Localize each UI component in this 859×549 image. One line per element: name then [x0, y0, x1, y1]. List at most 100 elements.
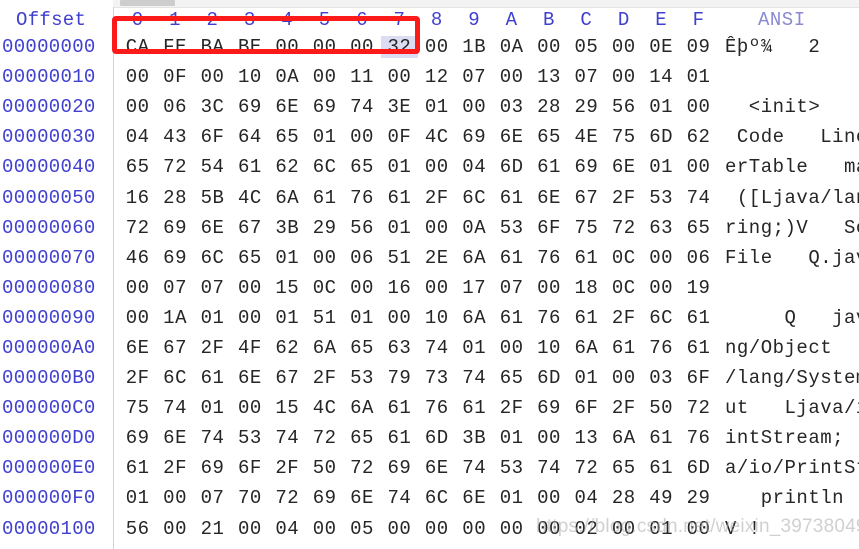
hex-byte[interactable]: 28	[605, 487, 642, 509]
hex-byte[interactable]: BE	[231, 36, 268, 58]
hex-byte[interactable]: 6E	[456, 487, 493, 509]
hex-byte[interactable]: 01	[381, 217, 418, 239]
hex-byte[interactable]: 2F	[418, 187, 455, 209]
hex-byte[interactable]: 67	[568, 187, 605, 209]
hex-byte[interactable]: 6D	[530, 367, 567, 389]
hex-byte[interactable]: 72	[306, 427, 343, 449]
hex-byte[interactable]: 69	[231, 96, 268, 118]
hex-byte[interactable]: 74	[456, 457, 493, 479]
hex-byte[interactable]: 65	[343, 427, 380, 449]
hex-byte[interactable]: 00	[119, 277, 156, 299]
hex-byte[interactable]: 01	[680, 66, 717, 88]
hex-byte[interactable]: 00	[680, 518, 717, 540]
hex-byte[interactable]: 02	[568, 518, 605, 540]
hex-byte[interactable]: 18	[568, 277, 605, 299]
hex-byte[interactable]: 67	[269, 367, 306, 389]
hex-byte[interactable]: 07	[156, 277, 193, 299]
hex-byte[interactable]: 00	[530, 277, 567, 299]
hex-column-header-9[interactable]: 9	[456, 9, 493, 31]
hex-byte[interactable]: 0A	[456, 217, 493, 239]
hex-byte[interactable]: 75	[119, 397, 156, 419]
hex-byte[interactable]: 61	[381, 187, 418, 209]
hex-row[interactable]: 000000D0 69 6E 74 53 74 72 65 61 6D 3B 01 00 13 6A 61 76…	[0, 423, 859, 454]
hex-byte[interactable]: 4E	[568, 126, 605, 148]
hex-row[interactable]: 00000110060007000100080000001D0001000100	[0, 543, 859, 549]
hex-byte[interactable]: 72	[568, 457, 605, 479]
hex-byte[interactable]: 14	[642, 66, 679, 88]
hex-byte[interactable]: 65	[343, 337, 380, 359]
hex-byte[interactable]: 0F	[381, 126, 418, 148]
hex-byte[interactable]: 6D	[418, 427, 455, 449]
hex-column-header-1[interactable]: 1	[156, 9, 193, 31]
hex-byte[interactable]: 04	[456, 156, 493, 178]
hex-byte[interactable]: 00	[530, 487, 567, 509]
hex-byte[interactable]: 74	[194, 427, 231, 449]
hex-byte[interactable]: 50	[642, 397, 679, 419]
hex-byte[interactable]: 06	[343, 247, 380, 269]
hex-byte[interactable]: 75	[605, 126, 642, 148]
hex-byte[interactable]: 56	[343, 217, 380, 239]
hex-byte[interactable]: 06	[156, 96, 193, 118]
hex-byte[interactable]: 28	[156, 187, 193, 209]
hex-byte[interactable]: 74	[343, 96, 380, 118]
ansi-text[interactable]: ([Ljava/lang/St	[720, 187, 859, 209]
hex-byte[interactable]: 05	[568, 36, 605, 58]
hex-byte[interactable]: 6A	[456, 307, 493, 329]
hex-byte[interactable]: 61	[231, 156, 268, 178]
hex-row[interactable]: 00000090 00 1A 01 00 01 51 01 00 10 6A 61 76 61 2F 6C 61…	[0, 302, 859, 333]
hex-byte[interactable]: 6E	[530, 187, 567, 209]
hex-byte[interactable]: 5B	[194, 187, 231, 209]
hex-byte[interactable]: 00	[642, 277, 679, 299]
hex-byte[interactable]: 61	[568, 247, 605, 269]
hex-byte[interactable]: 01	[642, 156, 679, 178]
hex-byte[interactable]: 00	[231, 518, 268, 540]
hex-byte[interactable]: 00	[343, 36, 380, 58]
ansi-text[interactable]: V !	[720, 518, 859, 540]
hex-byte[interactable]: 2E	[418, 247, 455, 269]
ansi-text[interactable]: a/io/PrintStream	[720, 457, 859, 479]
hex-byte[interactable]: 10	[231, 66, 268, 88]
hex-byte[interactable]: 6F	[568, 397, 605, 419]
hex-byte[interactable]: 00	[119, 96, 156, 118]
hex-byte[interactable]: 0A	[493, 36, 530, 58]
hex-byte[interactable]: 74	[456, 367, 493, 389]
hex-byte[interactable]: 00	[343, 277, 380, 299]
hex-byte[interactable]: 6F	[530, 217, 567, 239]
hex-row[interactable]: 00000100 56 00 21 00 04 00 05 00 00 00 00 00 02 00 01 00…	[0, 513, 859, 544]
hex-byte[interactable]: 69	[381, 457, 418, 479]
hex-byte[interactable]: 2F	[269, 457, 306, 479]
hex-byte[interactable]: 50	[306, 457, 343, 479]
hex-byte[interactable]: 61	[642, 457, 679, 479]
ansi-text[interactable]: Êþº¾ 2	[720, 36, 859, 58]
hex-byte[interactable]: 28	[530, 96, 567, 118]
hex-row[interactable]: 000000F0 01 00 07 70 72 69 6E 74 6C 6E 01 00 04 28 49 29…	[0, 483, 859, 514]
hex-byte[interactable]: 67	[156, 337, 193, 359]
hex-byte[interactable]: 00	[231, 307, 268, 329]
hex-column-header-2[interactable]: 2	[194, 9, 231, 31]
hex-byte[interactable]: 01	[119, 487, 156, 509]
hex-byte[interactable]: 00	[680, 156, 717, 178]
hex-byte[interactable]: 10	[418, 307, 455, 329]
hex-byte[interactable]: 61	[306, 187, 343, 209]
hex-byte[interactable]: 72	[680, 397, 717, 419]
hex-byte[interactable]: 00	[119, 307, 156, 329]
hex-byte[interactable]: 00	[530, 427, 567, 449]
hex-byte[interactable]: 07	[568, 66, 605, 88]
hex-row[interactable]: 00000050 16 28 5B 4C 6A 61 76 61 2F 6C 61 6E 67 2F 53 74…	[0, 182, 859, 213]
ansi-text[interactable]	[720, 277, 859, 299]
hex-byte[interactable]: 46	[119, 247, 156, 269]
hex-byte[interactable]: 6E	[343, 487, 380, 509]
hex-byte[interactable]: 04	[269, 518, 306, 540]
hex-column-header-C[interactable]: C	[568, 9, 605, 31]
hex-byte[interactable]: 53	[642, 187, 679, 209]
hex-byte[interactable]: 6E	[269, 96, 306, 118]
hex-column-header-3[interactable]: 3	[231, 9, 268, 31]
hex-byte[interactable]: 00	[194, 66, 231, 88]
hex-byte[interactable]: 6F	[680, 367, 717, 389]
scrollbar-thumb[interactable]	[120, 0, 175, 6]
hex-row[interactable]: 000000E0 61 2F 69 6F 2F 50 72 69 6E 74 53 74 72 65 61 6D…	[0, 453, 859, 484]
hex-byte[interactable]: 00	[456, 518, 493, 540]
hex-byte[interactable]: 10	[530, 337, 567, 359]
hex-row[interactable]: 00000040 65 72 54 61 62 6C 65 01 00 04 6D 61 69 6E 01 00…	[0, 152, 859, 183]
hex-byte[interactable]: 72	[156, 156, 193, 178]
